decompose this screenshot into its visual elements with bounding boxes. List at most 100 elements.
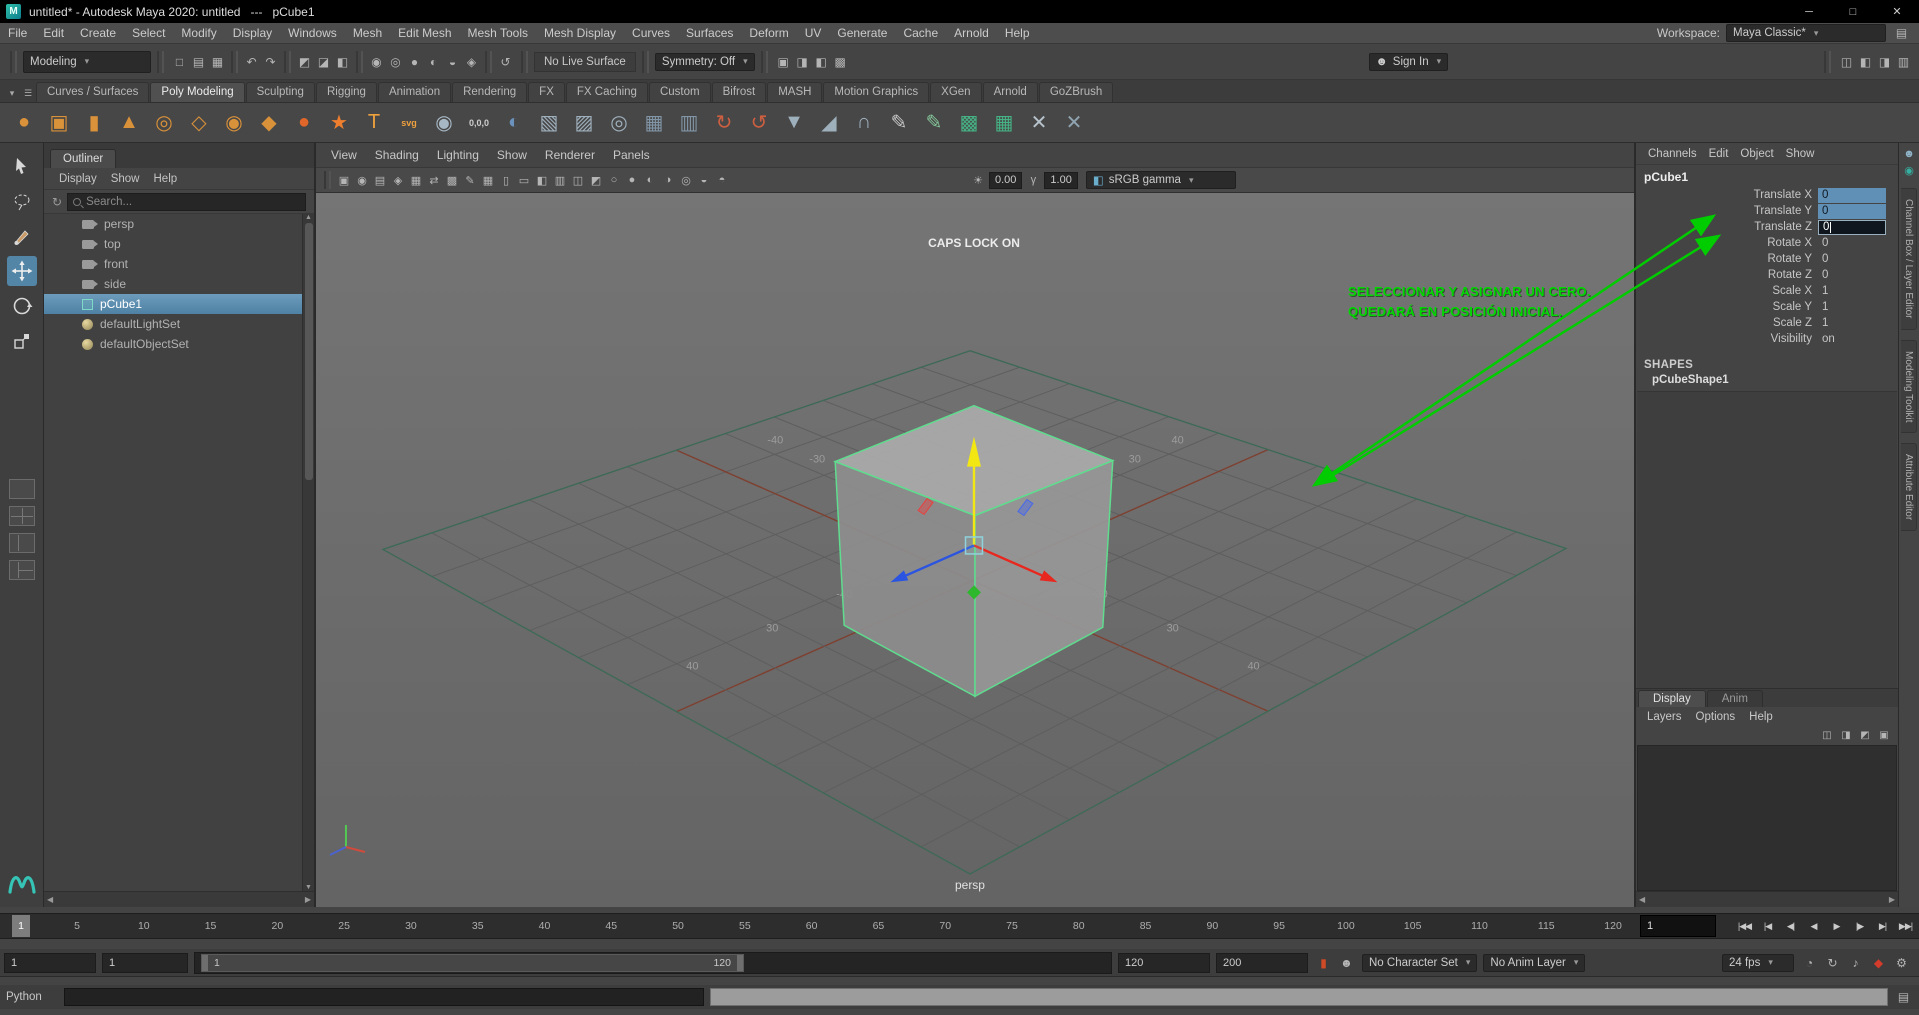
paint-select-tool[interactable] xyxy=(7,221,37,251)
channel-value-field[interactable]: 1 xyxy=(1818,316,1886,331)
time-tick[interactable]: 110 xyxy=(1464,914,1494,938)
shelf-tab-arnold[interactable]: Arnold xyxy=(982,82,1038,102)
shape-node-name[interactable]: pCubeShape1 xyxy=(1636,371,1898,391)
playback-start-field[interactable]: 1 xyxy=(102,952,188,973)
sign-in-button[interactable]: ☻ Sign In xyxy=(1368,52,1449,71)
group-separator[interactable] xyxy=(356,50,363,73)
menu-deform[interactable]: Deform xyxy=(741,26,796,40)
gate-mask-icon[interactable]: ◧ xyxy=(533,171,551,190)
time-slider[interactable]: 5 10 15 20 25 30 35 40 45 50 55 60 65 70 75 80 85 90 95 100… xyxy=(0,913,1919,939)
viewport-menu-show[interactable]: Show xyxy=(488,148,536,162)
time-tick[interactable]: 70 xyxy=(930,914,960,938)
channel-label[interactable]: Scale Y xyxy=(1636,301,1818,313)
channel-label[interactable]: Visibility xyxy=(1636,333,1818,345)
time-tick[interactable]: 80 xyxy=(1064,914,1094,938)
merge-center-tool[interactable]: ▼ xyxy=(778,107,810,139)
shelf-tab-fx[interactable]: FX xyxy=(528,82,565,102)
safe-title-icon[interactable]: ◩ xyxy=(587,171,605,190)
step-forward-frame-button[interactable]: |▶ xyxy=(1848,915,1871,937)
menu-edit-mesh[interactable]: Edit Mesh xyxy=(390,26,459,40)
shelf-tab-bifrost[interactable]: Bifrost xyxy=(711,82,767,102)
type-tool[interactable]: T xyxy=(358,107,390,139)
channel-value-field[interactable]: 1 xyxy=(1818,284,1886,299)
go-to-end-button[interactable]: ▶▶| xyxy=(1894,915,1917,937)
character-set-selector[interactable]: No Character Set xyxy=(1362,953,1478,972)
channel-value-field[interactable]: 0 xyxy=(1818,187,1886,203)
channel-label[interactable]: Scale Z xyxy=(1636,317,1818,329)
time-tick[interactable]: 65 xyxy=(863,914,893,938)
outliner-hscrollbar[interactable]: ◀ ▶ xyxy=(44,891,314,907)
channel-value-field[interactable]: 1 xyxy=(1818,300,1886,315)
time-tick[interactable]: 25 xyxy=(329,914,359,938)
move-to-origin-icon[interactable]: 0,0,0 xyxy=(463,107,495,139)
menu-surfaces[interactable]: Surfaces xyxy=(678,26,741,40)
channel-value-field[interactable]: on xyxy=(1818,332,1886,347)
time-tick[interactable]: 60 xyxy=(797,914,827,938)
scene-3d[interactable]: -40-303040-40-3030403040 xyxy=(316,193,1634,906)
resolution-gate-icon[interactable]: ▭ xyxy=(515,171,533,190)
exposure-toggle-icon[interactable]: ☀ xyxy=(969,171,987,190)
open-scene-icon[interactable]: ▤ xyxy=(189,52,208,71)
group-separator[interactable] xyxy=(231,50,238,73)
loop-icon[interactable]: ↻ xyxy=(1823,953,1842,972)
viewport-menu-shading[interactable]: Shading xyxy=(366,148,428,162)
shelf-tab-curves-surfaces[interactable]: Curves / Surfaces xyxy=(36,82,150,102)
grid-toggle-icon[interactable]: ▦ xyxy=(479,171,497,190)
channel-value-field[interactable]: 0 xyxy=(1818,236,1886,251)
anim-preferences-icon[interactable]: ⚙ xyxy=(1892,953,1911,972)
channel-menu-object[interactable]: Object xyxy=(1734,148,1779,160)
shelf-tab-sculpting[interactable]: Sculpting xyxy=(245,82,315,102)
channel-menu-edit[interactable]: Edit xyxy=(1703,148,1735,160)
status-dot-icon[interactable]: ◉ xyxy=(1904,162,1914,178)
make-live-icon[interactable]: ◈ xyxy=(462,52,481,71)
viewport-menu-panels[interactable]: Panels xyxy=(604,148,659,162)
auto-key-icon[interactable]: ◆ xyxy=(1869,953,1888,972)
step-back-key-button[interactable]: |◀ xyxy=(1756,915,1779,937)
render-settings-icon[interactable]: ▩ xyxy=(831,52,850,71)
outliner-item-side[interactable]: side xyxy=(44,274,302,294)
time-tick[interactable]: 115 xyxy=(1531,914,1561,938)
outliner-item-top[interactable]: top xyxy=(44,234,302,254)
save-scene-icon[interactable]: ▦ xyxy=(208,52,227,71)
time-tick[interactable]: 75 xyxy=(997,914,1027,938)
menu-mesh-display[interactable]: Mesh Display xyxy=(536,26,624,40)
sidebar-tab-channel-box-layer-editor[interactable]: Channel Box / Layer Editor xyxy=(1901,188,1917,330)
shelf-tab-gozbrush[interactable]: GoZBrush xyxy=(1038,82,1114,102)
live-surface-field[interactable]: No Live Surface xyxy=(534,51,636,72)
channel-box-hscrollbar[interactable]: ◀ ▶ xyxy=(1636,891,1898,907)
menu-modify[interactable]: Modify xyxy=(173,26,224,40)
offset-edge-loop-tool[interactable]: ↺ xyxy=(743,107,775,139)
fps-selector[interactable]: 24 fps xyxy=(1722,953,1794,972)
multi-cut-tool[interactable]: ✎ xyxy=(883,107,915,139)
viewport-menu-view[interactable]: View xyxy=(322,148,366,162)
layout-single-pane[interactable] xyxy=(8,479,35,499)
snap-to-curve-icon[interactable]: ◎ xyxy=(386,52,405,71)
maximize-button[interactable]: □ xyxy=(1831,0,1875,23)
gamma-field[interactable]: 1.00 xyxy=(1044,171,1078,189)
playback-speed-icon[interactable]: ◔ xyxy=(1800,953,1819,972)
group-separator[interactable] xyxy=(157,50,164,73)
safe-action-icon[interactable]: ◫ xyxy=(569,171,587,190)
redo-icon[interactable]: ↷ xyxy=(261,52,280,71)
time-tick[interactable]: 95 xyxy=(1264,914,1294,938)
layer-mute-icon[interactable]: ◫ xyxy=(1819,727,1835,743)
anim-layer-selector[interactable]: No Anim Layer xyxy=(1483,953,1586,972)
snap-to-view-plane-icon[interactable]: ◒ xyxy=(443,52,462,71)
channel-label[interactable]: Rotate Z xyxy=(1636,269,1818,281)
combine-tool[interactable]: ▧ xyxy=(533,107,565,139)
lasso-select-tool[interactable] xyxy=(7,186,37,216)
grid-fill-tool[interactable]: ▦ xyxy=(638,107,670,139)
shelf-options-icon[interactable]: ▾ xyxy=(4,84,20,102)
menu-windows[interactable]: Windows xyxy=(280,26,345,40)
layer-menu-options[interactable]: Options xyxy=(1689,711,1743,723)
refresh-icon[interactable]: ↻ xyxy=(52,195,62,209)
shelf-tab-rigging[interactable]: Rigging xyxy=(315,82,377,102)
select-by-hierarchy-icon[interactable]: ◩ xyxy=(295,52,314,71)
workspace-menu-icon[interactable]: ▤ xyxy=(1892,24,1911,43)
use-default-material-icon[interactable]: ◑ xyxy=(659,171,677,190)
time-tick[interactable]: 105 xyxy=(1398,914,1428,938)
poly-cone-tool[interactable]: ▲ xyxy=(113,107,145,139)
time-tick[interactable]: 10 xyxy=(129,914,159,938)
star-polygon-tool[interactable]: ★ xyxy=(323,107,355,139)
new-layer-icon[interactable]: ▣ xyxy=(1876,727,1892,743)
